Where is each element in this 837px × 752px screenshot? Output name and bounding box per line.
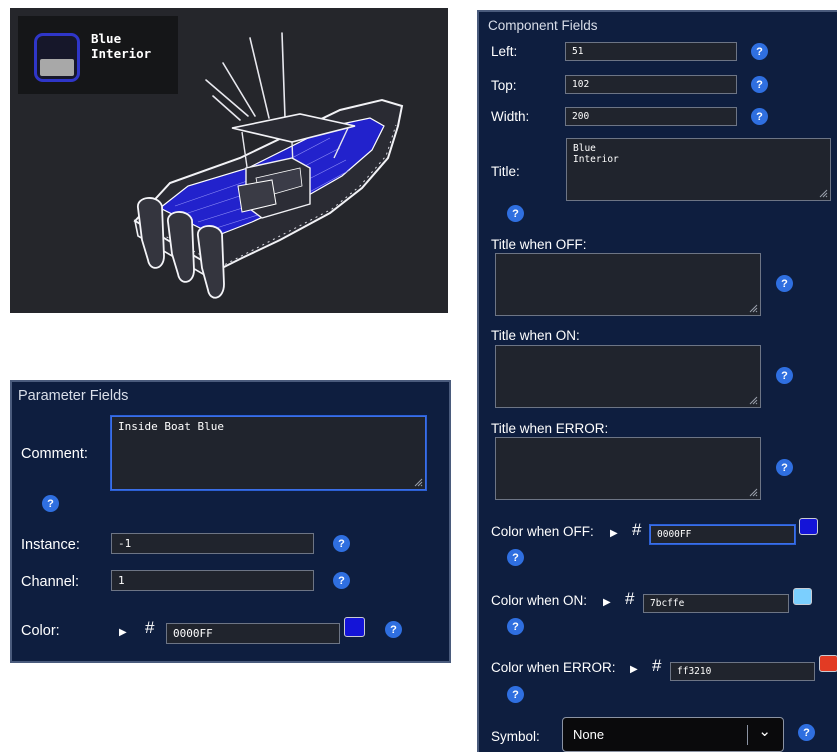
title-textarea[interactable]: Blue Interior [566,138,831,201]
select-divider [747,724,749,745]
instance-input[interactable]: -1 [111,533,314,554]
parameter-fields-panel: Parameter Fields Comment: Inside Boat Bl… [10,380,451,663]
title-off-label: Title when OFF: [491,237,587,252]
chevron-down-icon[interactable]: ⌄ [758,724,771,739]
hash-symbol: # [625,589,635,608]
color-on-expand-icon[interactable]: ▶ [603,597,611,608]
color-on-hex-input[interactable]: 7bcffe [643,594,789,613]
symbol-help-icon[interactable]: ? [798,724,815,741]
title-help-icon[interactable]: ? [507,205,524,222]
color-on-help-icon[interactable]: ? [507,618,524,635]
color-off-help-icon[interactable]: ? [507,549,524,566]
title-label: Title: [491,164,520,179]
color-error-expand-icon[interactable]: ▶ [630,664,638,675]
hash-symbol: # [652,656,662,675]
component-fields-panel: Component Fields Left: 51 ? Top: 102 ? W… [477,10,837,752]
left-help-icon[interactable]: ? [751,43,768,60]
comment-label: Comment: [21,446,88,462]
color-help-icon[interactable]: ? [385,621,402,638]
symbol-select[interactable]: None ⌄ [562,717,784,752]
color-off-expand-icon[interactable]: ▶ [610,528,618,539]
color-off-label: Color when OFF: [491,524,594,539]
color-off-hex-input[interactable]: 0000FF [650,525,795,544]
title-on-textarea[interactable] [495,345,761,408]
width-help-icon[interactable]: ? [751,108,768,125]
channel-input[interactable]: 1 [111,570,314,591]
title-off-textarea[interactable] [495,253,761,316]
color-hex-input[interactable]: 0000FF [166,623,340,644]
resize-grip-icon[interactable] [749,304,758,313]
color-label: Color: [21,623,60,639]
title-off-help-icon[interactable]: ? [776,275,793,292]
hash-symbol: # [632,520,642,539]
top-label: Top: [491,78,517,93]
width-input[interactable]: 200 [565,107,737,126]
comment-help-icon[interactable]: ? [42,495,59,512]
panel-heading: Parameter Fields [18,388,129,404]
width-label: Width: [491,109,530,124]
color-error-hex-input[interactable]: ff3210 [670,662,815,681]
color-expand-icon[interactable]: ▶ [119,627,127,638]
title-error-help-icon[interactable]: ? [776,459,793,476]
button-title: Blue Interior [91,31,152,61]
symbol-label: Symbol: [491,729,540,744]
blue-interior-button[interactable]: Blue Interior [18,16,178,94]
color-error-help-icon[interactable]: ? [507,686,524,703]
instance-help-icon[interactable]: ? [333,535,350,552]
color-error-swatch[interactable] [819,655,837,672]
resize-grip-icon[interactable] [749,396,758,405]
button-indicator-icon [34,33,80,82]
resize-grip-icon[interactable] [819,189,828,198]
color-on-label: Color when ON: [491,593,588,608]
channel-help-icon[interactable]: ? [333,572,350,589]
color-error-label: Color when ERROR: [491,660,616,675]
comment-textarea[interactable]: Inside Boat Blue [111,416,426,490]
top-input[interactable]: 102 [565,75,737,94]
color-swatch[interactable] [344,617,365,637]
title-on-help-icon[interactable]: ? [776,367,793,384]
title-error-textarea[interactable] [495,437,761,500]
color-on-swatch[interactable] [793,588,812,605]
panel-heading: Component Fields [488,18,598,33]
resize-grip-icon[interactable] [414,478,423,487]
channel-label: Channel: [21,574,80,590]
component-preview: Blue Interior [10,8,448,313]
title-on-label: Title when ON: [491,328,580,343]
color-off-swatch[interactable] [799,518,818,535]
top-help-icon[interactable]: ? [751,76,768,93]
title-error-label: Title when ERROR: [491,421,609,436]
left-input[interactable]: 51 [565,42,737,61]
resize-grip-icon[interactable] [749,488,758,497]
symbol-selected-value: None [573,727,605,742]
instance-label: Instance: [21,537,80,553]
hash-symbol: # [145,618,155,637]
left-label: Left: [491,44,518,59]
